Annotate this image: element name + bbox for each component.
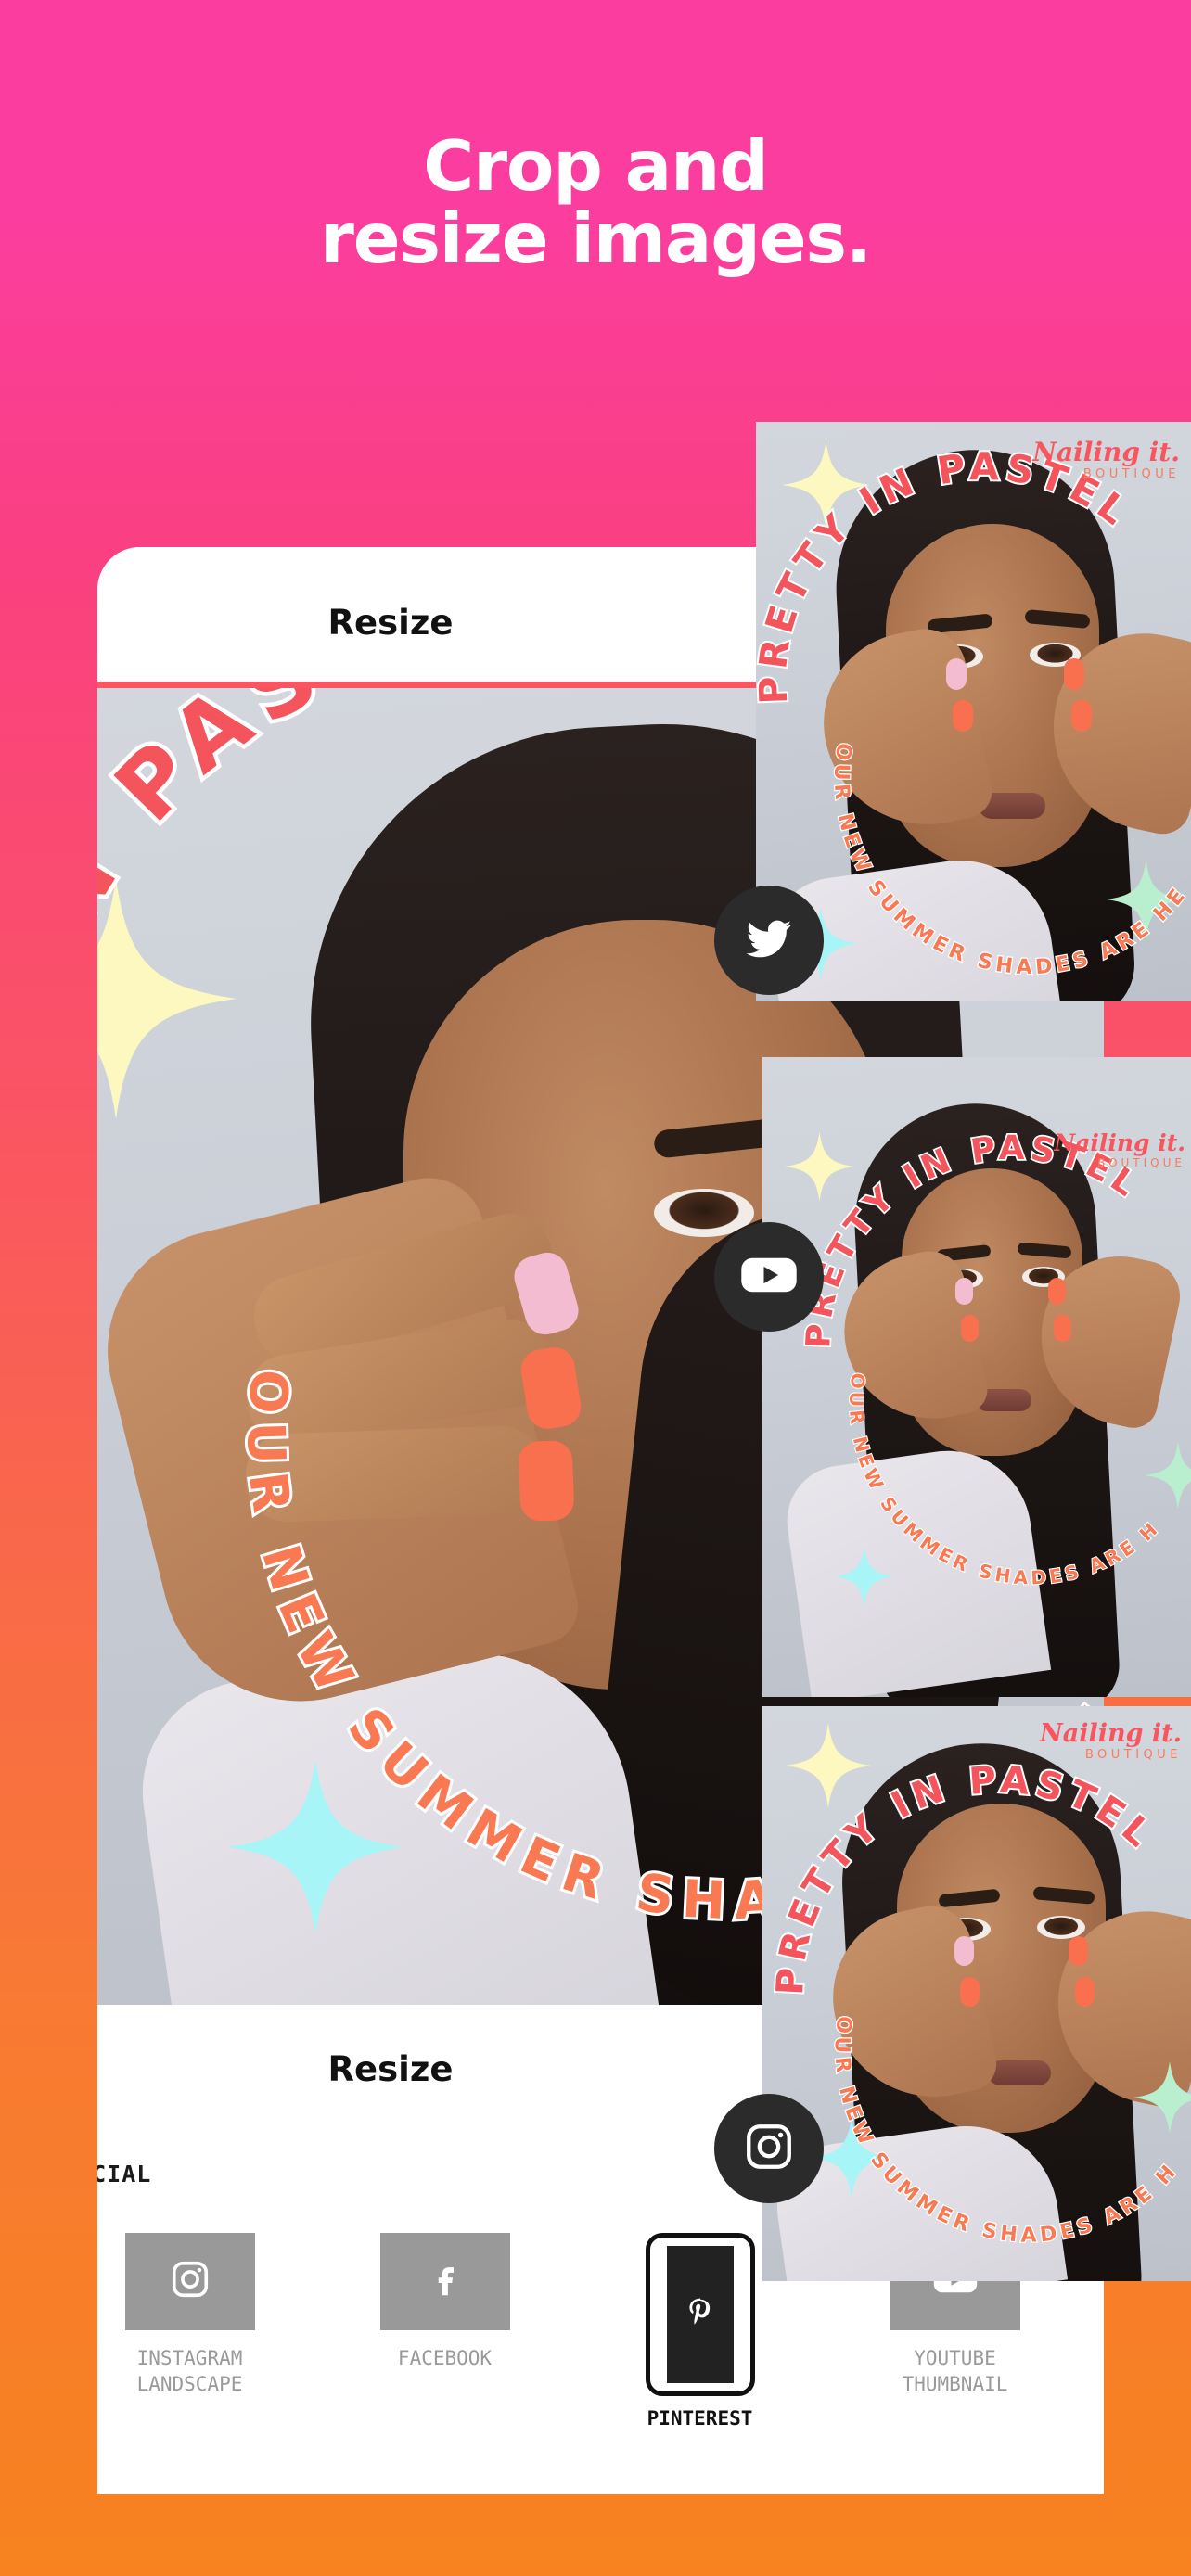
facebook-icon (424, 2258, 467, 2305)
ratio-option-instagram-landscape[interactable]: INSTAGRAM LANDSCAPE (97, 2233, 317, 2398)
logo-sub-text: BOUTIQUE (1082, 467, 1180, 481)
caption-line-1: YOUTUBE (914, 2347, 996, 2369)
twitter-icon (742, 912, 796, 970)
logo-script-text: Nailing it. (1032, 437, 1180, 467)
resize-title-top: Resize (327, 603, 454, 643)
caption-line-1: FACEBOOK (397, 2347, 493, 2369)
instagram-badge[interactable] (714, 2094, 824, 2203)
logo-script-text: Nailing it. (1054, 1129, 1185, 1156)
logo-sub-text: BOUTIQUE (1084, 1748, 1182, 1762)
youtube-icon (739, 1253, 799, 1302)
svg-text:OUR NEW SUMMER SHADES ARE HERE: OUR NEW SUMMER SHADES ARE HERE (770, 2001, 1184, 2248)
caption-line-1: INSTAGRAM (136, 2347, 243, 2369)
twitter-badge[interactable] (714, 886, 824, 995)
instagram-icon (169, 2258, 211, 2305)
resize-title-bottom: Resize (327, 2049, 454, 2089)
logo-script-text: Nailing it. (1040, 1719, 1182, 1748)
svg-text:OUR NEW SUMMER SHADES ARE HERE: OUR NEW SUMMER SHADES ARE HERE (765, 728, 1191, 979)
preview-thumbnail-portrait[interactable]: PRETTY IN PASTEL OUR NEW SUMMER SHADES A… (762, 1706, 1191, 2281)
ratio-thumb-pinterest-inner (666, 2246, 734, 2383)
ratio-caption-facebook: FACEBOOK (398, 2345, 492, 2371)
pinterest-icon (681, 2293, 720, 2337)
headline-line-2: resize images. (319, 198, 872, 279)
headline-line-1: Crop and (423, 125, 769, 207)
instagram-icon (742, 2120, 796, 2178)
preview-thumbnail-square[interactable]: PRETTY IN PASTEL OUR NEW SUMMER SHADES A… (756, 422, 1191, 1001)
caption-line-2: THUMBNAIL (902, 2373, 1008, 2396)
page-title: Crop and resize images. (0, 130, 1191, 274)
ratio-thumb-pinterest-selected[interactable] (645, 2233, 755, 2396)
preview-thumbnail-landscape[interactable]: PRETTY IN PASTEL OUR NEW SUMMER SHADES A… (762, 1057, 1191, 1697)
brand-logo: Nailing it. BOUTIQUE (1054, 1129, 1185, 1169)
arc-text-bottom: OUR NEW SUMMER SHADES ARE HERE (778, 1340, 1191, 1641)
svg-text:PRETTY IN PASTEL: PRETTY IN PASTEL (769, 1758, 1163, 1996)
caption-line-2: LANDSCAPE (136, 2373, 243, 2396)
ratio-thumb-instagram-landscape[interactable] (124, 2233, 255, 2330)
logo-sub-text: BOUTIQUE (1097, 1156, 1185, 1169)
ratio-caption-pinterest: PINTEREST (647, 2405, 753, 2431)
social-section-label: SOCIAL (97, 2161, 152, 2187)
ratio-caption-instagram-landscape: INSTAGRAM LANDSCAPE (137, 2345, 243, 2398)
brand-logo: Nailing it. BOUTIQUE (1040, 1719, 1182, 1762)
svg-text:OUR NEW SUMMER SHADES ARE HERE: OUR NEW SUMMER SHADES ARE HERE (788, 1358, 1164, 1589)
svg-text:PRETTY IN PASTEL: PRETTY IN PASTEL (756, 444, 1140, 705)
caption-line-1: PINTEREST (647, 2407, 753, 2429)
arc-text-bottom: OUR NEW SUMMER SHADES ARE HERE (756, 709, 1191, 1001)
arc-text-bottom: OUR NEW SUMMER SHADES ARE HERE (762, 1983, 1191, 2281)
ratio-thumb-facebook[interactable] (379, 2233, 510, 2330)
ratio-caption-youtube-thumbnail: YOUTUBE THUMBNAIL (903, 2345, 1008, 2398)
brand-logo: Nailing it. BOUTIQUE (1032, 437, 1180, 481)
youtube-badge[interactable] (714, 1222, 824, 1332)
ratio-option-facebook[interactable]: FACEBOOK (317, 2233, 572, 2371)
